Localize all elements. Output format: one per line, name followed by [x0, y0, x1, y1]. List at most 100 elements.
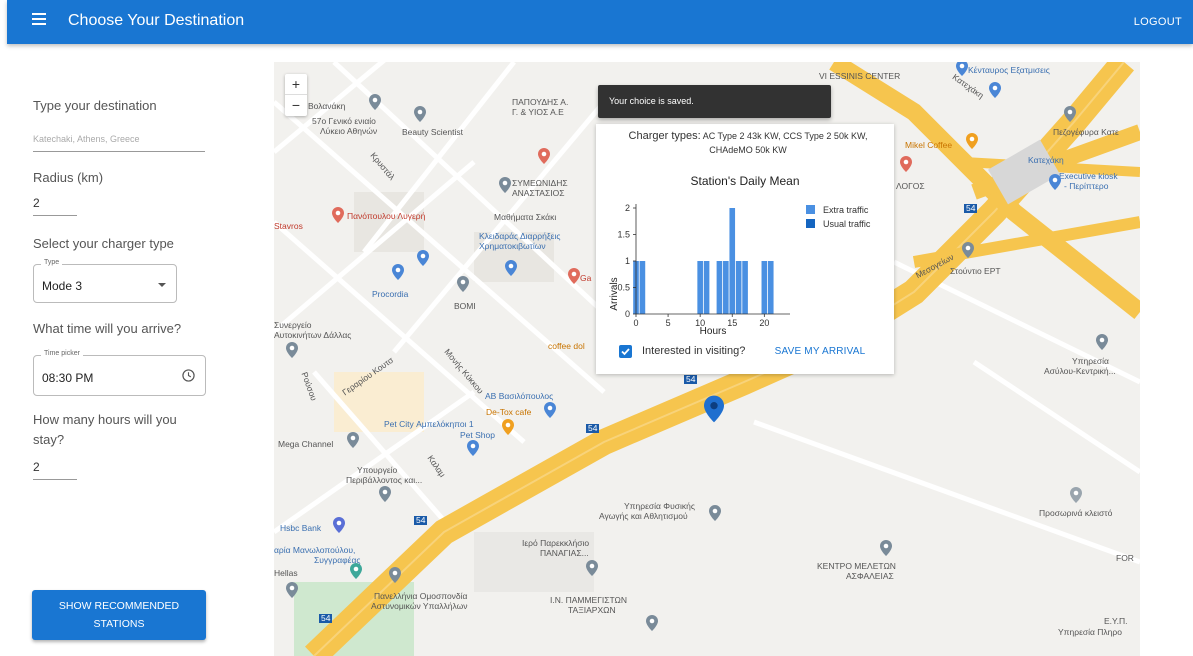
zoom-in-button[interactable]: + [285, 74, 307, 95]
shop-pin-icon[interactable] [956, 62, 968, 76]
map-label: Αυτοκινήτων Δάλλας [274, 330, 352, 340]
map-label: ΛΟΓΟΣ [896, 181, 925, 191]
place-pin-icon[interactable] [499, 177, 511, 193]
radius-label: Radius (km) [33, 170, 104, 185]
type-value: Mode 3 [42, 279, 83, 293]
chart-x-tick-label: 5 [666, 318, 671, 328]
map-label: Υπηρεσία Φυσικής [624, 501, 695, 511]
restaurant-pin-icon[interactable] [568, 268, 580, 284]
route-shield: 54 [684, 374, 698, 384]
check-icon [621, 348, 630, 356]
map-label: Κλειδαράς Διαρρήξεις [479, 231, 561, 241]
map-label: ΑΒ Βασιλόπουλος [485, 391, 554, 401]
zoom-out-button[interactable]: − [285, 95, 307, 116]
map-label: Stavros [274, 221, 303, 231]
place-pin-icon[interactable] [709, 505, 721, 521]
app-bar: Choose Your Destination LOGOUT [7, 0, 1193, 44]
map-label: Λύκειο Αθηνών [320, 126, 378, 136]
map-label: ΑΣΦΑΛΕΙΑΣ [846, 571, 894, 581]
cafe-pin-icon[interactable] [966, 133, 978, 149]
map-label: Στούντιο ΕΡΤ [950, 266, 1001, 276]
map-label: ΤΑΞΙΑΡΧΩΝ [568, 605, 616, 615]
destination-input[interactable]: Katechaki, Athens, Greece [33, 134, 205, 152]
map-label: Pet Shop [460, 430, 495, 440]
chart-legend-swatch [806, 219, 815, 228]
map-label: Πανόπουλου Λυγερή [347, 211, 426, 221]
place-pin-icon[interactable] [646, 615, 658, 631]
chevron-down-icon[interactable] [158, 283, 166, 287]
logout-button[interactable]: LOGOUT [1134, 16, 1182, 28]
map-label: VI ESSINIS CENTER [819, 71, 901, 81]
shop-pin-icon[interactable] [1049, 174, 1061, 190]
charger-types-prefix: Charger types: [628, 130, 701, 142]
shop-pin-icon[interactable] [417, 250, 429, 266]
map-label: Πανελλήνια Ομοσπονδία [374, 591, 468, 601]
map-label: Αγωγής και Αθλητισμού [599, 511, 688, 521]
map-label: Ε.Υ.Π. [1104, 616, 1128, 626]
map-label: Γ. & ΥΙΟΣ Α.Ε [512, 107, 564, 117]
map-label: Υπηρεσία Πληρο [1058, 627, 1122, 637]
map-label: Υπουργείο [357, 465, 398, 475]
map-label: ΑΝΑΣΤΑΣΙΟΣ [512, 188, 565, 198]
save-arrival-button[interactable]: SAVE MY ARRIVAL [766, 340, 874, 364]
cafe-pin-icon[interactable] [502, 419, 514, 435]
place-pin-icon[interactable] [880, 540, 892, 556]
bank-pin-icon[interactable] [333, 517, 345, 533]
shop-pin-icon[interactable] [989, 82, 1001, 98]
place-pin-icon[interactable] [1096, 334, 1108, 350]
route-shield: 54 [964, 203, 978, 213]
route-shield: 54 [586, 423, 600, 433]
station-info-popup: Charger types: AC Type 2 43k KW, CCS Typ… [596, 124, 894, 374]
chart-y-tick-label: 0 [625, 309, 630, 319]
chart-x-tick-label: 15 [727, 318, 737, 328]
map-label: De-Tox cafe [486, 407, 532, 417]
hours-input[interactable]: 2 [33, 460, 77, 480]
charger-type-select[interactable]: Type Mode 3 [33, 259, 177, 303]
map-label: Hellas [274, 568, 298, 578]
map-label: Ι.Ν. ΠΑΜΜΕΓΙΣΤΩΝ [550, 595, 628, 605]
place-pin-icon[interactable] [1064, 106, 1076, 122]
place-pin-icon[interactable] [369, 94, 381, 110]
clock-icon[interactable] [182, 369, 195, 382]
map-label: ΠΑΝΑΓΙΑΣ... [540, 548, 589, 558]
place-pin-icon[interactable] [414, 106, 426, 122]
app-title: Choose Your Destination [68, 12, 245, 29]
radius-input[interactable]: 2 [33, 196, 77, 216]
time-picker[interactable]: Time picker 08:30 PM [33, 350, 206, 396]
shop-pin-icon[interactable] [392, 264, 404, 280]
map-label: Χρηματοκιβωτίων [479, 241, 546, 251]
shop-pin-icon[interactable] [505, 260, 517, 276]
map-label: Mikel Coffee [905, 140, 953, 150]
place-pin-icon[interactable] [586, 560, 598, 576]
place-pin-icon[interactable] [286, 582, 298, 598]
map-label: Ιερό Παρεκκλήσιο [522, 538, 590, 548]
map-label: Βολανάκη [308, 101, 346, 111]
shop-pin-icon[interactable] [467, 440, 479, 456]
shop-pin-icon[interactable] [544, 402, 556, 418]
restaurant-pin-icon[interactable] [900, 156, 912, 172]
map-label: Pet City Αμπελόκηποι 1 [384, 419, 474, 429]
restaurant-pin-icon[interactable] [538, 148, 550, 164]
chart-bar [716, 261, 723, 314]
place-pin-icon[interactable] [389, 567, 401, 583]
place-pin-icon[interactable] [962, 242, 974, 258]
show-recommended-stations-button[interactable]: SHOW RECOMMENDED STATIONS [32, 590, 206, 640]
place-pin-icon[interactable] [286, 342, 298, 358]
map-label: ΒΟΜΙ [454, 301, 476, 311]
place-pin-icon[interactable] [350, 563, 362, 579]
map-label: αρία Μανωλοπούλου, [274, 545, 356, 555]
route-shield: 54 [319, 613, 333, 623]
place-pin-icon[interactable] [347, 432, 359, 448]
map-label: Hsbc Bank [280, 523, 322, 533]
selected-station-marker-icon[interactable] [704, 394, 724, 424]
interested-checkbox[interactable] [619, 345, 632, 358]
place-pin-icon[interactable] [379, 486, 391, 502]
place-pin-icon[interactable] [1070, 487, 1082, 503]
menu-icon[interactable] [32, 13, 46, 25]
map-label: Υπηρεσία [1072, 356, 1109, 366]
chart-bar [742, 261, 748, 314]
route-shield: 54 [414, 515, 428, 525]
place-pin-icon[interactable] [457, 276, 469, 292]
chart-legend-swatch [806, 205, 815, 214]
cafe-pin-icon[interactable] [332, 207, 344, 223]
